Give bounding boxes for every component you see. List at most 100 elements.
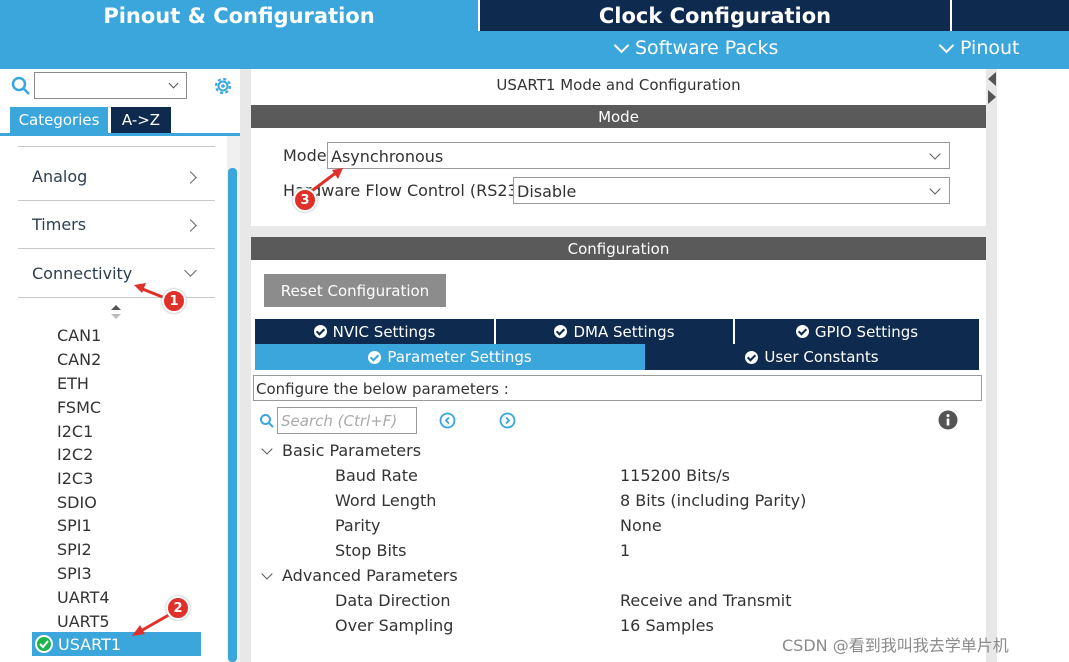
- category-connectivity-label: Connectivity: [32, 264, 133, 283]
- pinout-menu[interactable]: Pinout: [938, 37, 1020, 59]
- annotation-badge-2: 2: [166, 596, 190, 620]
- param-label: Stop Bits: [335, 541, 407, 560]
- mode-section-header: Mode: [251, 105, 986, 128]
- tab-a-z[interactable]: A->Z: [111, 107, 171, 133]
- list-item-sdio[interactable]: SDIO: [57, 493, 97, 512]
- reset-button-label: Reset Configuration: [280, 281, 430, 300]
- annotation-badge-3: 3: [293, 188, 317, 212]
- param-value[interactable]: 8 Bits (including Parity): [620, 491, 806, 510]
- panel-splitter[interactable]: [240, 69, 251, 662]
- reset-configuration-button[interactable]: Reset Configuration: [264, 274, 446, 307]
- parameter-search-input[interactable]: Search (Ctrl+F): [277, 407, 417, 434]
- chevron-right-icon: [184, 171, 197, 184]
- tab-parameter-settings[interactable]: Parameter Settings: [255, 344, 645, 370]
- chevron-down-icon: [929, 148, 941, 160]
- next-arrow-icon[interactable]: [499, 412, 516, 429]
- check-circle-icon: [35, 635, 53, 653]
- param-label: Data Direction: [335, 591, 451, 610]
- chevron-down-icon: [168, 78, 179, 89]
- category-timers[interactable]: Timers: [18, 201, 215, 249]
- list-item-spi1[interactable]: SPI1: [57, 516, 92, 535]
- category-analog-label: Analog: [32, 167, 88, 186]
- usart1-label: USART1: [58, 634, 122, 654]
- search-icon[interactable]: [259, 413, 275, 429]
- flow-control-value: Disable: [517, 182, 577, 201]
- tab-categories[interactable]: Categories: [10, 107, 108, 133]
- chevron-down-icon[interactable]: [261, 568, 273, 580]
- previous-arrow-icon[interactable]: [439, 412, 456, 429]
- tab-user-constants-label: User Constants: [764, 348, 879, 366]
- configure-text: Configure the below parameters :: [256, 380, 509, 398]
- list-item-eth[interactable]: ETH: [57, 374, 89, 393]
- category-analog[interactable]: Analog: [18, 153, 215, 201]
- tab-a-z-label: A->Z: [121, 111, 161, 129]
- group-advanced-parameters[interactable]: Advanced Parameters: [282, 566, 458, 585]
- list-item-spi3[interactable]: SPI3: [57, 564, 92, 583]
- chevron-down-icon: [929, 183, 941, 195]
- tab-dma-settings[interactable]: DMA Settings: [496, 319, 735, 344]
- param-value[interactable]: None: [620, 516, 662, 535]
- configure-info-box: Configure the below parameters :: [253, 375, 982, 401]
- tab-clock-configuration[interactable]: Clock Configuration: [480, 0, 950, 31]
- list-item-i2c2[interactable]: I2C2: [57, 445, 93, 464]
- category-timers-label: Timers: [32, 215, 87, 234]
- flow-control-select[interactable]: Disable: [513, 177, 950, 204]
- param-value[interactable]: Receive and Transmit: [620, 591, 792, 610]
- sidebar-scrollbar-thumb[interactable]: [228, 168, 237, 662]
- param-value[interactable]: 115200 Bits/s: [620, 466, 730, 485]
- mode-value: Asynchronous: [331, 147, 444, 166]
- chevron-down-icon: [938, 37, 955, 53]
- tab-gpio-settings[interactable]: GPIO Settings: [735, 319, 979, 344]
- divider: [18, 146, 215, 147]
- list-item-i2c3[interactable]: I2C3: [57, 469, 93, 488]
- right-splitter[interactable]: [986, 69, 997, 662]
- check-circle-icon: [368, 350, 382, 364]
- tab-extra[interactable]: [952, 0, 1069, 31]
- search-select[interactable]: [34, 72, 187, 99]
- param-label: Word Length: [335, 491, 437, 510]
- mode-label: Mode: [283, 146, 327, 165]
- tab-pinout-configuration[interactable]: Pinout & Configuration: [0, 0, 478, 31]
- collapse-arrows-icon[interactable]: [987, 70, 997, 106]
- annotation-badge-1: 1: [162, 289, 186, 313]
- main-title: USART1 Mode and Configuration: [496, 76, 741, 94]
- category-connectivity[interactable]: Connectivity: [18, 250, 215, 298]
- param-label: Over Sampling: [335, 616, 454, 635]
- mode-select[interactable]: Asynchronous: [327, 142, 950, 169]
- param-value[interactable]: 16 Samples: [620, 616, 714, 635]
- list-item-i2c1[interactable]: I2C1: [57, 422, 93, 441]
- list-item-fsmc[interactable]: FSMC: [57, 398, 101, 417]
- check-circle-icon: [554, 325, 568, 338]
- sort-icon[interactable]: [110, 305, 122, 319]
- tab-parameter-label: Parameter Settings: [387, 348, 532, 366]
- list-item-can2[interactable]: CAN2: [57, 350, 101, 369]
- tab-nvic-settings[interactable]: NVIC Settings: [255, 319, 496, 344]
- tab-clock-label: Clock Configuration: [598, 3, 832, 28]
- list-item-uart5[interactable]: UART5: [57, 612, 110, 631]
- chevron-down-icon[interactable]: [261, 443, 273, 455]
- software-packs-menu[interactable]: Software Packs: [613, 37, 778, 59]
- param-label: Baud Rate: [335, 466, 418, 485]
- gear-icon[interactable]: [211, 74, 235, 98]
- tab-user-constants[interactable]: User Constants: [645, 344, 979, 370]
- check-circle-icon: [313, 325, 327, 338]
- group-basic-parameters[interactable]: Basic Parameters: [282, 441, 421, 460]
- search-icon[interactable]: [11, 76, 31, 96]
- tab-nvic-label: NVIC Settings: [332, 322, 436, 341]
- list-item-uart4[interactable]: UART4: [57, 588, 110, 607]
- chevron-right-icon: [184, 219, 197, 232]
- annotation-arrowhead-3: [332, 168, 343, 179]
- pinout-menu-label: Pinout: [960, 37, 1020, 59]
- chevron-down-icon: [613, 37, 630, 53]
- tab-pinout-label: Pinout & Configuration: [103, 3, 375, 28]
- list-item-can1[interactable]: CAN1: [57, 326, 101, 345]
- check-circle-icon: [745, 350, 759, 364]
- info-icon[interactable]: [938, 410, 958, 430]
- list-item-spi2[interactable]: SPI2: [57, 540, 92, 559]
- tab-categories-label: Categories: [18, 111, 100, 129]
- list-item-usart1-selected[interactable]: USART1: [32, 632, 201, 656]
- watermark: CSDN @看到我叫我去学单片机: [782, 636, 1009, 655]
- param-value[interactable]: 1: [620, 541, 630, 560]
- chevron-down-icon: [184, 264, 197, 277]
- section-splitter: [251, 226, 986, 237]
